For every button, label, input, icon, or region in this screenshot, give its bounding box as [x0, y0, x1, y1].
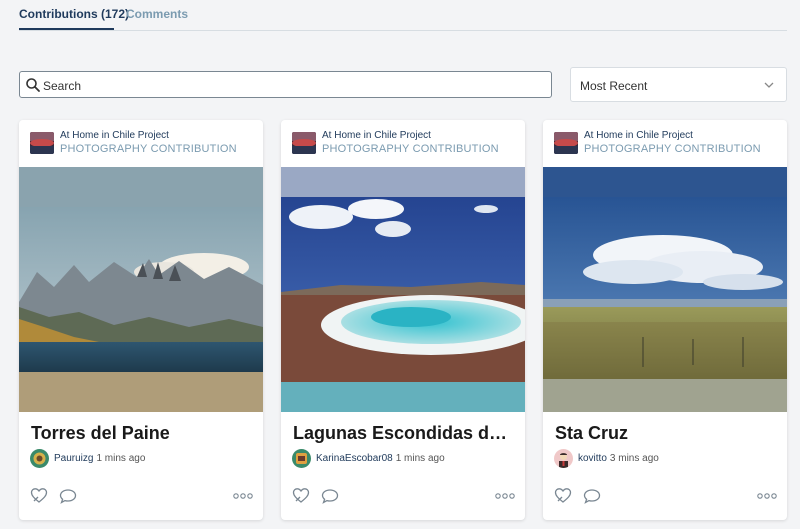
- more-icon[interactable]: [233, 493, 253, 499]
- tab-contributions[interactable]: Contributions (172): [19, 7, 129, 21]
- search-placeholder: Search: [43, 79, 82, 93]
- avatar[interactable]: [30, 449, 49, 468]
- author-name[interactable]: KarinaEscobar08: [316, 453, 393, 464]
- project-link[interactable]: At Home in Chile Project: [60, 130, 169, 141]
- contribution-photo[interactable]: [19, 167, 263, 412]
- project-thumbnail: [292, 132, 316, 154]
- author-line: kovitto 3 mins ago: [578, 453, 659, 464]
- contribution-card[interactable]: At Home in Chile Project PHOTOGRAPHY CON…: [281, 120, 525, 520]
- comment-icon[interactable]: [583, 488, 601, 504]
- contribution-title[interactable]: Lagunas Escondidas de Baltinache: [293, 423, 515, 444]
- contribution-type: PHOTOGRAPHY CONTRIBUTION: [584, 143, 761, 155]
- timestamp: 3 mins ago: [609, 453, 659, 464]
- project-thumbnail: [30, 132, 54, 154]
- contribution-photo[interactable]: [543, 167, 787, 412]
- tabs-divider: [19, 30, 787, 31]
- heart-icon[interactable]: [292, 487, 310, 504]
- avatar[interactable]: [292, 449, 311, 468]
- heart-icon[interactable]: [554, 487, 572, 504]
- heart-icon[interactable]: [30, 487, 48, 504]
- contribution-title[interactable]: Torres del Paine: [31, 423, 253, 444]
- tab-bar: Contributions (172) Comments: [0, 0, 800, 32]
- author-line: Pauruizg 1 mins ago: [54, 453, 145, 464]
- author-name[interactable]: kovitto: [578, 453, 607, 464]
- contribution-title[interactable]: Sta Cruz: [555, 423, 777, 444]
- project-link[interactable]: At Home in Chile Project: [584, 130, 693, 141]
- sort-select[interactable]: Most Recent: [570, 67, 787, 102]
- comment-icon[interactable]: [59, 488, 77, 504]
- avatar[interactable]: [554, 449, 573, 468]
- project-link[interactable]: At Home in Chile Project: [322, 130, 431, 141]
- project-thumbnail: [554, 132, 578, 154]
- sort-selected-value: Most Recent: [580, 79, 648, 93]
- timestamp: 1 mins ago: [96, 453, 146, 464]
- more-icon[interactable]: [757, 493, 777, 499]
- contribution-photo[interactable]: [281, 167, 525, 412]
- more-icon[interactable]: [495, 493, 515, 499]
- timestamp: 1 mins ago: [395, 453, 445, 464]
- search-icon: [26, 78, 40, 92]
- search-input[interactable]: Search: [19, 71, 552, 98]
- author-line: KarinaEscobar08 1 mins ago: [316, 453, 445, 464]
- tab-comments[interactable]: Comments: [126, 7, 188, 21]
- contribution-type: PHOTOGRAPHY CONTRIBUTION: [322, 143, 499, 155]
- chevron-down-icon: [764, 82, 774, 88]
- comment-icon[interactable]: [321, 488, 339, 504]
- contribution-type: PHOTOGRAPHY CONTRIBUTION: [60, 143, 237, 155]
- contribution-card[interactable]: At Home in Chile Project PHOTOGRAPHY CON…: [543, 120, 787, 520]
- author-name[interactable]: Pauruizg: [54, 453, 93, 464]
- contribution-card[interactable]: At Home in Chile Project PHOTOGRAPHY CON…: [19, 120, 263, 520]
